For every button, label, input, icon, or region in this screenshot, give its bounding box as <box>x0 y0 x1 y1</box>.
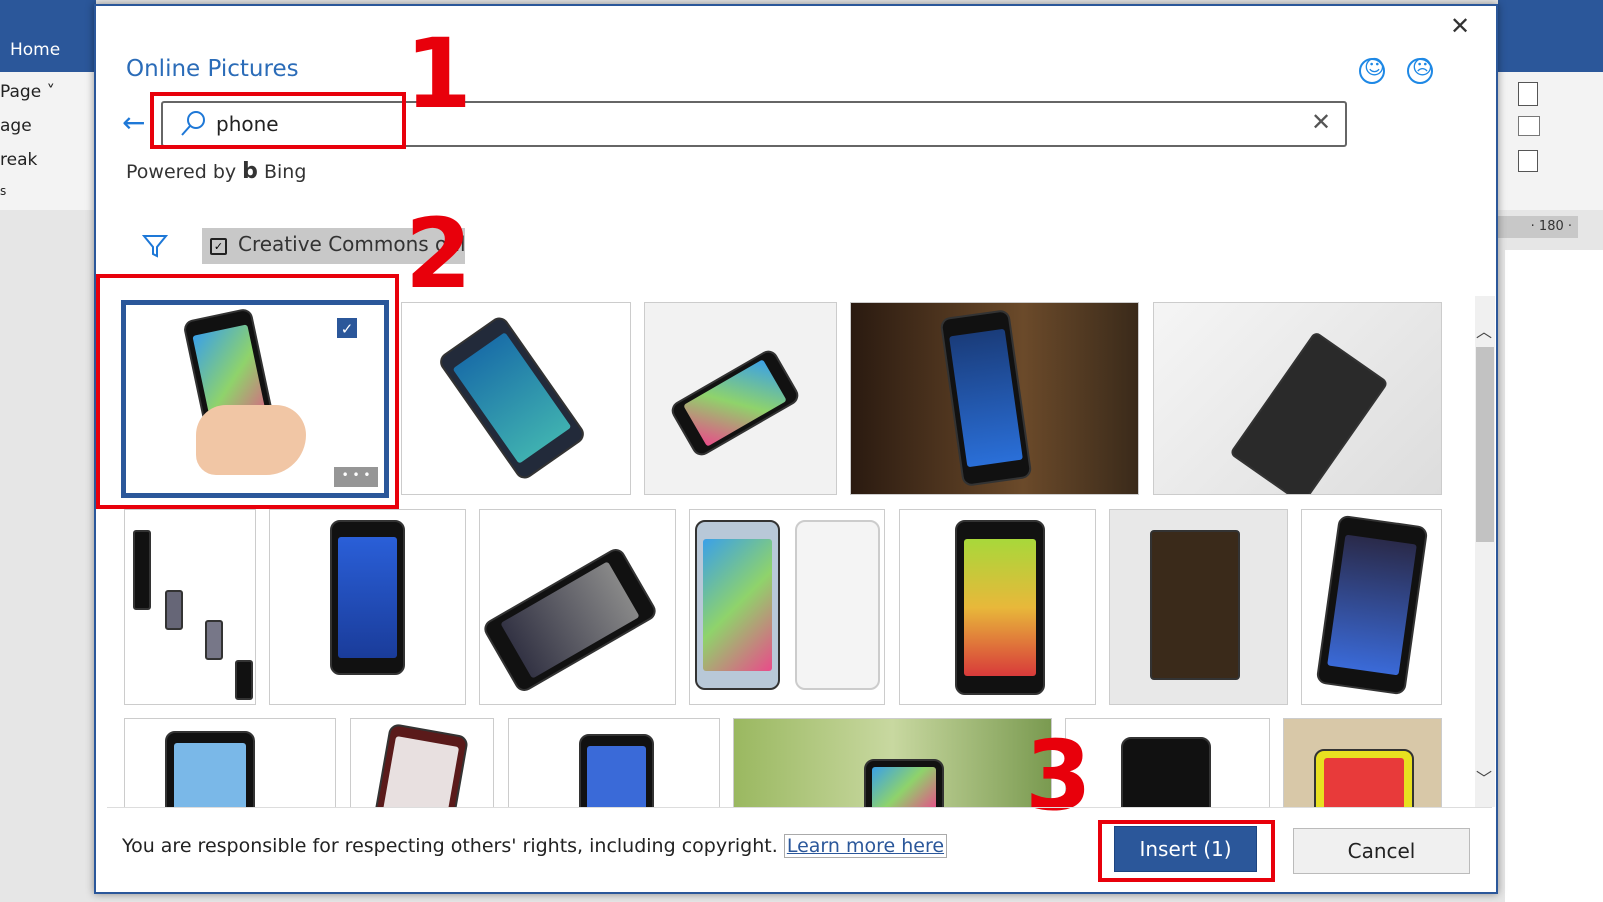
ruler: · 180 · <box>1498 216 1578 238</box>
image-result[interactable] <box>899 509 1096 705</box>
date-time-icon[interactable] <box>1518 116 1540 136</box>
image-result[interactable] <box>124 509 256 705</box>
annotation-number-1: 1 <box>405 18 472 130</box>
frown-feedback-icon[interactable]: ☹ <box>1407 55 1433 84</box>
word-ribbon-right <box>1498 72 1603 210</box>
ribbon-item[interactable]: age <box>0 116 32 136</box>
back-arrow-icon[interactable]: ← <box>122 106 145 139</box>
image-result[interactable] <box>401 302 631 495</box>
annotation-box-3 <box>1098 820 1275 882</box>
filter-icon[interactable] <box>142 234 168 258</box>
image-result[interactable] <box>644 302 837 495</box>
scrollbar-thumb[interactable] <box>1476 347 1494 542</box>
cancel-button[interactable]: Cancel <box>1293 828 1470 874</box>
tab-home[interactable]: Home <box>0 30 80 72</box>
image-result[interactable] <box>350 718 494 807</box>
dialog-title: Online Pictures <box>126 56 299 82</box>
creative-commons-checkbox[interactable]: ✓ <box>210 238 227 255</box>
ribbon-item: s <box>0 184 7 198</box>
image-result[interactable] <box>479 509 676 705</box>
word-title-bar-right <box>1498 0 1603 72</box>
scroll-up-icon[interactable]: ︿ <box>1476 318 1492 342</box>
image-result[interactable] <box>689 509 885 705</box>
image-result[interactable] <box>1109 509 1288 705</box>
image-result[interactable] <box>733 718 1052 807</box>
image-result[interactable] <box>850 302 1139 495</box>
learn-more-link[interactable]: Learn more here <box>783 834 948 858</box>
image-result[interactable] <box>1301 509 1442 705</box>
notice-text: You are responsible for respecting other… <box>122 835 778 857</box>
image-result[interactable] <box>508 718 720 807</box>
smile-feedback-icon[interactable]: ☺ <box>1359 55 1385 84</box>
object-icon[interactable] <box>1518 150 1538 172</box>
edit-document-icon[interactable] <box>1518 82 1538 106</box>
annotation-box-1 <box>150 92 406 149</box>
image-result[interactable] <box>1065 718 1270 807</box>
bing-logo-icon: b <box>242 159 258 184</box>
ribbon-item[interactable]: reak <box>0 150 37 170</box>
clear-search-icon[interactable]: ✕ <box>1311 108 1331 136</box>
annotation-number-3: 3 <box>1025 720 1092 832</box>
bing-label: Bing <box>263 161 307 183</box>
document-page <box>1505 250 1603 902</box>
annotation-box-2 <box>96 274 399 509</box>
footer-divider <box>107 807 1492 808</box>
close-icon[interactable]: ✕ <box>1450 12 1470 40</box>
image-result[interactable] <box>1283 718 1442 807</box>
image-result[interactable] <box>269 509 466 705</box>
word-ribbon-left: Page ˅ age reak s <box>0 72 96 210</box>
powered-by-label: Powered by <box>126 161 237 183</box>
image-result[interactable] <box>1153 302 1442 495</box>
ribbon-item[interactable]: Page ˅ <box>0 82 55 102</box>
image-result[interactable] <box>124 718 336 807</box>
copyright-notice: You are responsible for respecting other… <box>122 834 948 858</box>
powered-by: Powered by b Bing <box>126 159 306 184</box>
annotation-number-2: 2 <box>405 198 472 310</box>
scroll-down-icon[interactable]: ﹀ <box>1476 765 1492 789</box>
